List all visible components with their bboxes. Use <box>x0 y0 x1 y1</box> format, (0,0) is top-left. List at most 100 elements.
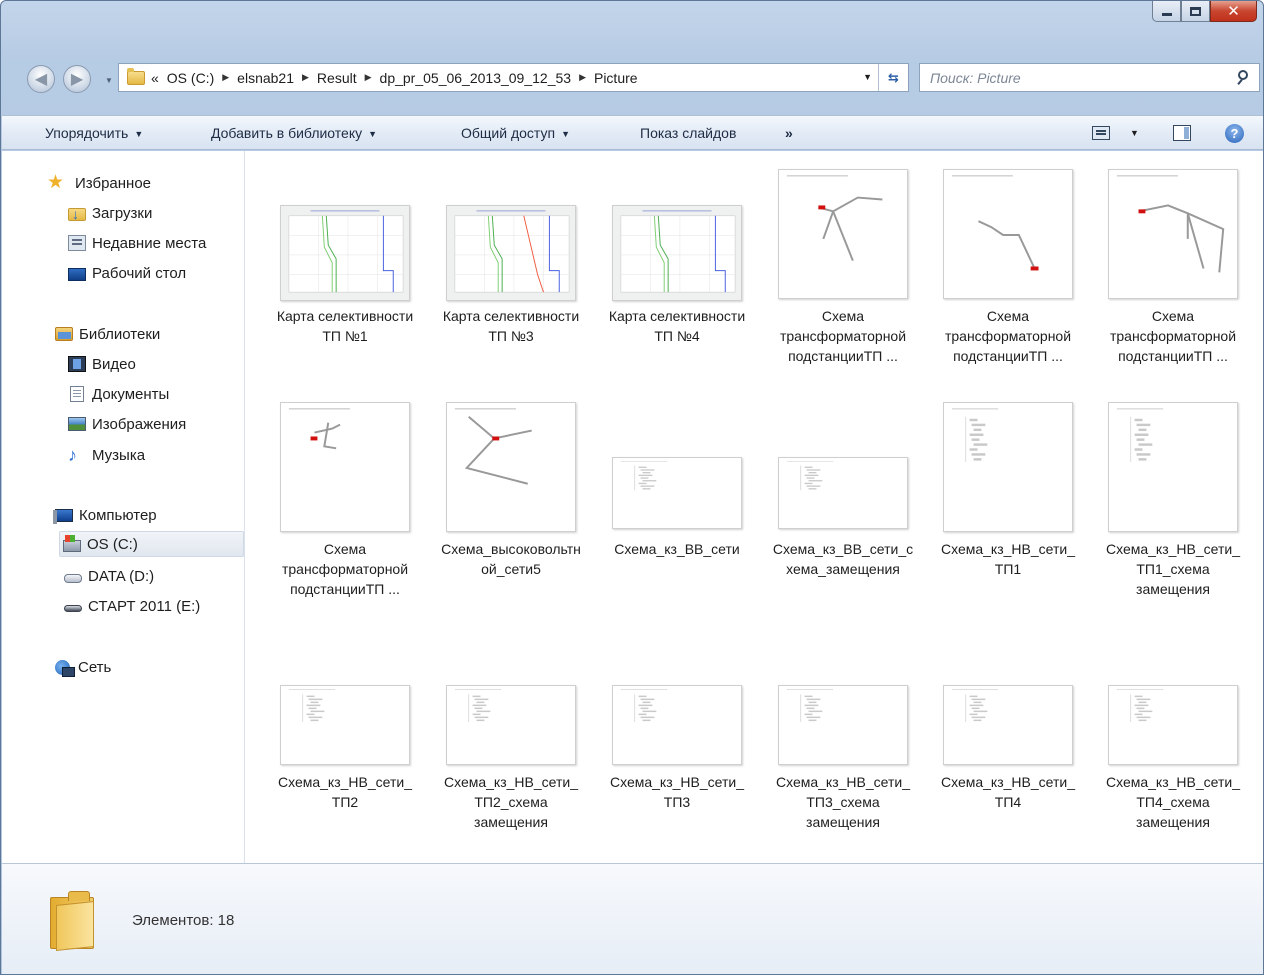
file-name[interactable]: Схема_кз_НВ_сети_ТП4_схема замещения <box>1102 772 1244 832</box>
file-name[interactable]: Схема_кз_НВ_сети_ТП4 <box>937 772 1079 812</box>
file-thumbnail[interactable] <box>778 685 908 765</box>
add-to-library-button[interactable]: Добавить в библиотеку ▼ <box>211 125 377 141</box>
video-icon <box>68 356 86 372</box>
file-name[interactable]: Схема_кз_НВ_сети_ТП3 <box>606 772 748 812</box>
nav-drive-c-label: OS (C:) <box>87 535 138 553</box>
hard-drive-icon <box>64 573 82 583</box>
file-name[interactable]: Схема_кз_ВВ_сети <box>606 539 748 559</box>
nav-documents-label: Документы <box>92 385 170 403</box>
nav-computer[interactable]: Компьютер <box>53 502 157 528</box>
nav-computer-label: Компьютер <box>79 506 157 524</box>
search-input[interactable]: Поиск: Picture <box>930 70 1229 86</box>
file-thumbnail[interactable] <box>612 685 742 765</box>
file-name[interactable]: Схема_кз_НВ_сети_ТП2_схема замещения <box>440 772 582 832</box>
nav-desktop-label: Рабочий стол <box>92 264 187 282</box>
file-name[interactable]: Схема трансформаторной подстанцииТП ... <box>772 306 914 366</box>
maximize-icon <box>1190 6 1201 16</box>
file-thumbnail[interactable] <box>943 169 1073 299</box>
chevron-right-icon[interactable]: ▶ <box>302 72 309 83</box>
nav-downloads[interactable]: Загрузки <box>68 200 152 226</box>
file-name[interactable]: Карта селективности ТП №1 <box>274 306 416 346</box>
file-thumbnail[interactable] <box>446 402 576 532</box>
nav-drive-d[interactable]: DATA (D:) <box>64 563 154 589</box>
refresh-icon[interactable]: ⇆ <box>878 64 908 91</box>
music-icon: ♪ <box>68 445 77 465</box>
back-arrow-icon: ◀ <box>34 71 48 88</box>
chevron-right-icon[interactable]: ▶ <box>222 72 229 83</box>
file-name[interactable]: Схема_кз_ВВ_сети_схема_замещения <box>772 539 914 579</box>
nav-network[interactable]: Сеть <box>55 654 111 680</box>
file-thumbnail[interactable] <box>280 402 410 532</box>
preview-pane-icon[interactable] <box>1173 125 1191 141</box>
file-thumbnail[interactable] <box>446 205 576 301</box>
nav-drive-e[interactable]: СТАРТ 2011 (E:) <box>64 593 200 619</box>
address-bar[interactable]: « OS (C:) ▶ elsnab21 ▶ Result ▶ dp_pr_05… <box>118 63 909 92</box>
maximize-button[interactable] <box>1181 1 1210 22</box>
minimize-button[interactable] <box>1152 1 1181 22</box>
nav-libraries[interactable]: Библиотеки <box>55 321 160 347</box>
navigation-bar: ◀ ▶ ▼ « OS (C:) ▶ elsnab21 ▶ Result ▶ dp… <box>1 57 1263 97</box>
file-name[interactable]: Схема_кз_НВ_сети_ТП1_схема замещения <box>1102 539 1244 599</box>
file-name[interactable]: Схема_кз_НВ_сети_ТП1 <box>937 539 1079 579</box>
nav-video[interactable]: Видео <box>68 351 136 377</box>
file-thumbnail[interactable] <box>280 205 410 301</box>
content-area: ★ Избранное Загрузки Недавние места Рабоч… <box>2 151 1263 863</box>
slideshow-button[interactable]: Показ слайдов <box>640 125 736 141</box>
file-name[interactable]: Схема_высоковольтной_сети5 <box>440 539 582 579</box>
file-thumbnail[interactable] <box>1108 685 1238 765</box>
share-label: Общий доступ <box>461 124 556 141</box>
back-button[interactable]: ◀ <box>27 65 55 93</box>
chevron-down-icon: ▼ <box>134 128 144 139</box>
file-thumbnail[interactable] <box>280 685 410 765</box>
address-overflow[interactable]: « <box>151 70 159 86</box>
breadcrumb-elsnab21[interactable]: elsnab21 <box>237 70 294 86</box>
file-name[interactable]: Карта селективности ТП №4 <box>606 306 748 346</box>
file-name[interactable]: Схема трансформаторной подстанцииТП ... <box>937 306 1079 366</box>
breadcrumb-os-c[interactable]: OS (C:) <box>167 70 214 86</box>
search-icon[interactable] <box>1229 64 1259 91</box>
nav-recent[interactable]: Недавние места <box>68 230 206 256</box>
file-thumbnail[interactable] <box>446 685 576 765</box>
nav-drive-c[interactable]: OS (C:) <box>59 531 244 557</box>
folder-icon <box>50 891 94 951</box>
nav-documents[interactable]: Документы <box>68 381 169 407</box>
details-pane: Элементов: 18 <box>2 863 1263 974</box>
recent-pages-button[interactable]: ▼ <box>105 76 113 85</box>
optical-drive-icon <box>64 605 82 612</box>
file-thumbnail[interactable] <box>612 457 742 529</box>
file-name[interactable]: Карта селективности ТП №3 <box>440 306 582 346</box>
nav-music[interactable]: ♪ Музыка <box>68 442 145 468</box>
file-thumbnail[interactable] <box>612 205 742 301</box>
change-view-icon[interactable] <box>1092 126 1110 140</box>
nav-images[interactable]: Изображения <box>68 411 186 437</box>
organize-button[interactable]: Упорядочить ▼ <box>45 125 143 141</box>
file-name[interactable]: Схема трансформаторной подстанцииТП ... <box>274 539 416 599</box>
documents-icon <box>70 386 84 402</box>
chevron-right-icon[interactable]: ▶ <box>579 72 586 83</box>
file-thumbnail[interactable] <box>943 685 1073 765</box>
close-button[interactable]: ✕ <box>1210 1 1257 22</box>
close-icon: ✕ <box>1227 2 1240 20</box>
nav-favorites[interactable]: ★ Избранное <box>47 170 151 196</box>
file-name[interactable]: Схема_кз_НВ_сети_ТП2 <box>274 772 416 812</box>
file-name[interactable]: Схема трансформаторной подстанцииТП ... <box>1102 306 1244 366</box>
chevron-right-icon[interactable]: ▶ <box>365 72 372 83</box>
share-button[interactable]: Общий доступ ▼ <box>461 125 570 141</box>
file-thumbnail[interactable] <box>1108 169 1238 299</box>
forward-button[interactable]: ▶ <box>63 65 91 93</box>
search-box[interactable]: Поиск: Picture <box>919 63 1260 92</box>
help-icon[interactable]: ? <box>1225 124 1244 143</box>
address-dropdown-icon[interactable]: ▼ <box>863 72 872 82</box>
nav-desktop[interactable]: Рабочий стол <box>68 260 186 286</box>
file-thumbnail[interactable] <box>943 402 1073 532</box>
breadcrumb-result[interactable]: Result <box>317 70 357 86</box>
more-commands-button[interactable]: » <box>785 125 793 141</box>
file-thumbnail[interactable] <box>778 169 908 299</box>
file-name[interactable]: Схема_кз_НВ_сети_ТП3_схема замещения <box>772 772 914 832</box>
file-thumbnail[interactable] <box>778 457 908 529</box>
breadcrumb-dp-pr[interactable]: dp_pr_05_06_2013_09_12_53 <box>380 70 572 86</box>
view-options-chevron-icon[interactable]: ▼ <box>1130 128 1139 138</box>
breadcrumb-picture[interactable]: Picture <box>594 70 638 86</box>
chevron-down-icon: ▼ <box>561 128 570 139</box>
file-thumbnail[interactable] <box>1108 402 1238 532</box>
